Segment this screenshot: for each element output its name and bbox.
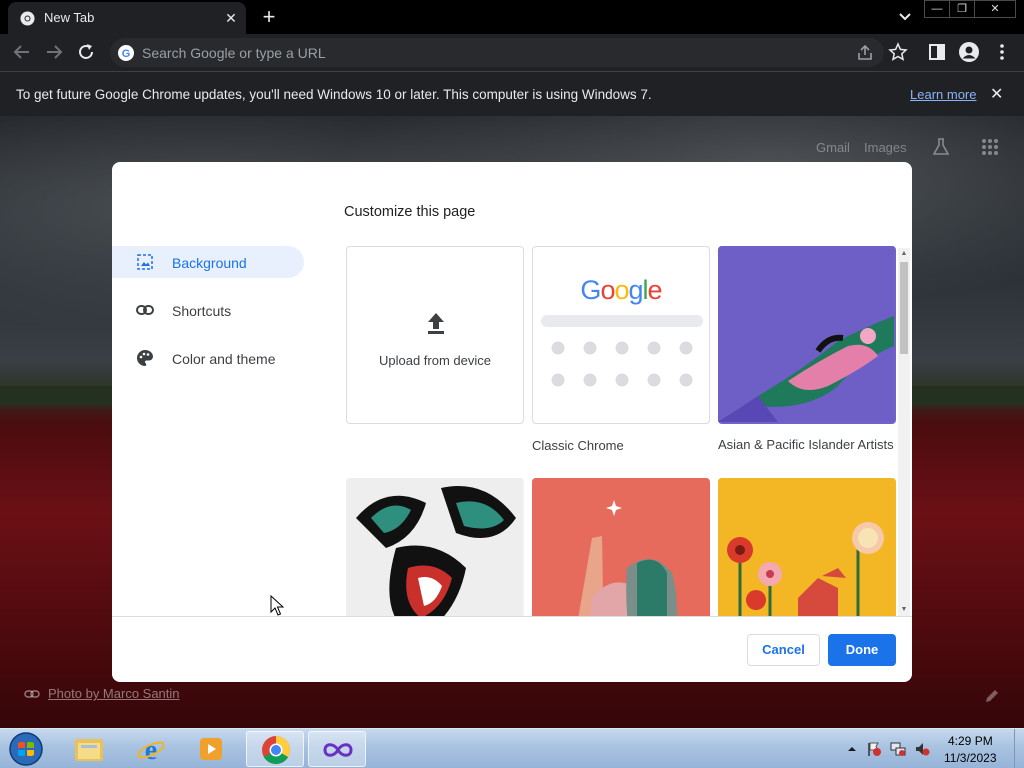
infinity-icon — [323, 743, 353, 757]
scroll-up-arrow[interactable]: ▲ — [900, 250, 908, 258]
sidebar-item-label: Background — [172, 255, 247, 271]
pencil-icon[interactable] — [984, 688, 1000, 704]
sidebar-item-background[interactable]: Background — [112, 246, 304, 278]
formline-artwork-image — [346, 478, 522, 616]
upload-label: Upload from device — [379, 353, 491, 368]
back-arrow-icon[interactable] — [10, 40, 34, 64]
svg-text:e: e — [145, 735, 157, 764]
customize-dialog: Customize this page Background Shortcuts… — [112, 162, 912, 682]
upload-icon — [428, 313, 444, 334]
tiles-scrollbar[interactable]: ▲ ▼ — [898, 248, 910, 616]
chrome-icon — [20, 11, 35, 26]
mouse-cursor-icon — [270, 595, 284, 616]
window-close-button[interactable]: ✕ — [974, 0, 1016, 18]
link-icon — [136, 305, 154, 315]
taskbar-google-chrome[interactable] — [246, 731, 304, 767]
native-art-tile[interactable] — [346, 478, 524, 616]
background-tiles: Upload from device Google Classic Chrome — [346, 246, 900, 616]
address-bar-placeholder: Search Google or type a URL — [142, 45, 326, 61]
apps-grid-icon[interactable] — [979, 136, 1001, 158]
restore-button[interactable]: ❐ — [949, 0, 975, 18]
link-icon — [24, 690, 40, 698]
profile-avatar-icon[interactable] — [958, 41, 980, 63]
forward-arrow-icon[interactable] — [42, 40, 66, 64]
sidebar-item-shortcuts[interactable]: Shortcuts — [112, 294, 304, 326]
more-menu-icon[interactable] — [991, 41, 1013, 63]
share-icon[interactable] — [856, 44, 874, 62]
update-infobar: To get future Google Chrome updates, you… — [0, 71, 1024, 116]
shortcut-dots-preview — [551, 341, 693, 387]
figure-art-tile[interactable] — [532, 478, 710, 616]
tab-close-button[interactable]: ✕ — [223, 10, 239, 26]
tab-new-tab[interactable]: New Tab ✕ — [8, 2, 246, 34]
action-center-flag-icon[interactable] — [866, 741, 882, 757]
figure-artwork-image — [532, 478, 708, 616]
network-icon[interactable] — [890, 741, 906, 757]
volume-muted-icon[interactable] — [914, 741, 930, 757]
clock-time[interactable]: 4:29 PM — [948, 734, 993, 748]
dialog-title: Customize this page — [344, 204, 476, 220]
start-button-icon[interactable] — [6, 731, 46, 767]
asian-pacific-islander-tile[interactable] — [718, 246, 896, 424]
scroll-down-arrow[interactable]: ▼ — [900, 606, 908, 614]
taskbar-media-player[interactable] — [182, 731, 240, 767]
palette-icon — [137, 350, 153, 366]
tab-strip: New Tab ✕ + — ❐ ✕ — [0, 0, 1024, 34]
media-player-icon — [200, 738, 222, 760]
asian-pacific-label: Asian & Pacific Islander Artists — [718, 437, 894, 452]
new-tab-button[interactable]: + — [258, 6, 280, 28]
labs-flask-icon[interactable] — [930, 136, 952, 158]
internet-explorer-icon: e — [137, 735, 165, 764]
search-box-preview — [541, 315, 703, 327]
google-logo: Google — [580, 275, 662, 305]
sidebar-item-label: Color and theme — [172, 351, 276, 367]
upload-from-device-tile[interactable]: Upload from device — [346, 246, 524, 424]
show-hidden-icons-icon[interactable] — [844, 741, 860, 757]
learn-more-link[interactable]: Learn more — [910, 87, 976, 102]
infobar-close-button[interactable]: ✕ — [990, 84, 1003, 104]
reload-icon[interactable] — [74, 40, 98, 64]
cancel-button[interactable]: Cancel — [747, 634, 820, 666]
system-tray: 4:29 PM 11/3/2023 — [840, 729, 1024, 768]
toolbar: G Search Google or type a URL — [0, 34, 1024, 71]
sidebar-item-label: Shortcuts — [172, 303, 232, 319]
address-bar[interactable]: G Search Google or type a URL — [110, 38, 884, 67]
image-icon — [137, 254, 153, 270]
sidebar-item-color-theme[interactable]: Color and theme — [112, 342, 304, 374]
folder-icon — [75, 739, 103, 761]
infobar-message: To get future Google Chrome updates, you… — [16, 87, 652, 102]
taskbar-visual-studio[interactable] — [308, 731, 366, 767]
chrome-icon — [262, 736, 290, 764]
tab-title: New Tab — [44, 10, 95, 25]
taskbar-internet-explorer[interactable]: e — [122, 731, 180, 767]
done-button[interactable]: Done — [828, 634, 896, 666]
chevron-down-icon[interactable] — [894, 6, 916, 28]
minimize-button[interactable]: — — [924, 0, 950, 18]
clock-date[interactable]: 11/3/2023 — [944, 751, 997, 765]
show-desktop-button[interactable] — [1014, 729, 1024, 768]
images-link[interactable]: Images — [864, 140, 907, 155]
flowers-art-tile[interactable] — [718, 478, 896, 616]
classic-chrome-label: Classic Chrome — [532, 438, 624, 453]
google-icon: G — [118, 45, 134, 61]
classic-chrome-tile[interactable]: Google — [532, 246, 710, 424]
dialog-divider — [112, 616, 912, 617]
api-artwork-image — [718, 246, 894, 422]
windows-taskbar: e 4:29 PM 11/3/2023 — [0, 728, 1024, 768]
taskbar-explorer[interactable] — [60, 731, 118, 767]
bookmark-star-icon[interactable] — [887, 41, 909, 63]
gmail-link[interactable]: Gmail — [816, 140, 850, 155]
flowers-artwork-image — [718, 478, 894, 616]
side-panel-icon[interactable] — [926, 41, 948, 63]
svg-text:G: G — [122, 48, 131, 60]
photo-credit-link[interactable]: Photo by Marco Santin — [48, 686, 180, 701]
scrollbar-thumb[interactable] — [900, 262, 908, 354]
window-controls: — ❐ ✕ — [924, 0, 1016, 18]
